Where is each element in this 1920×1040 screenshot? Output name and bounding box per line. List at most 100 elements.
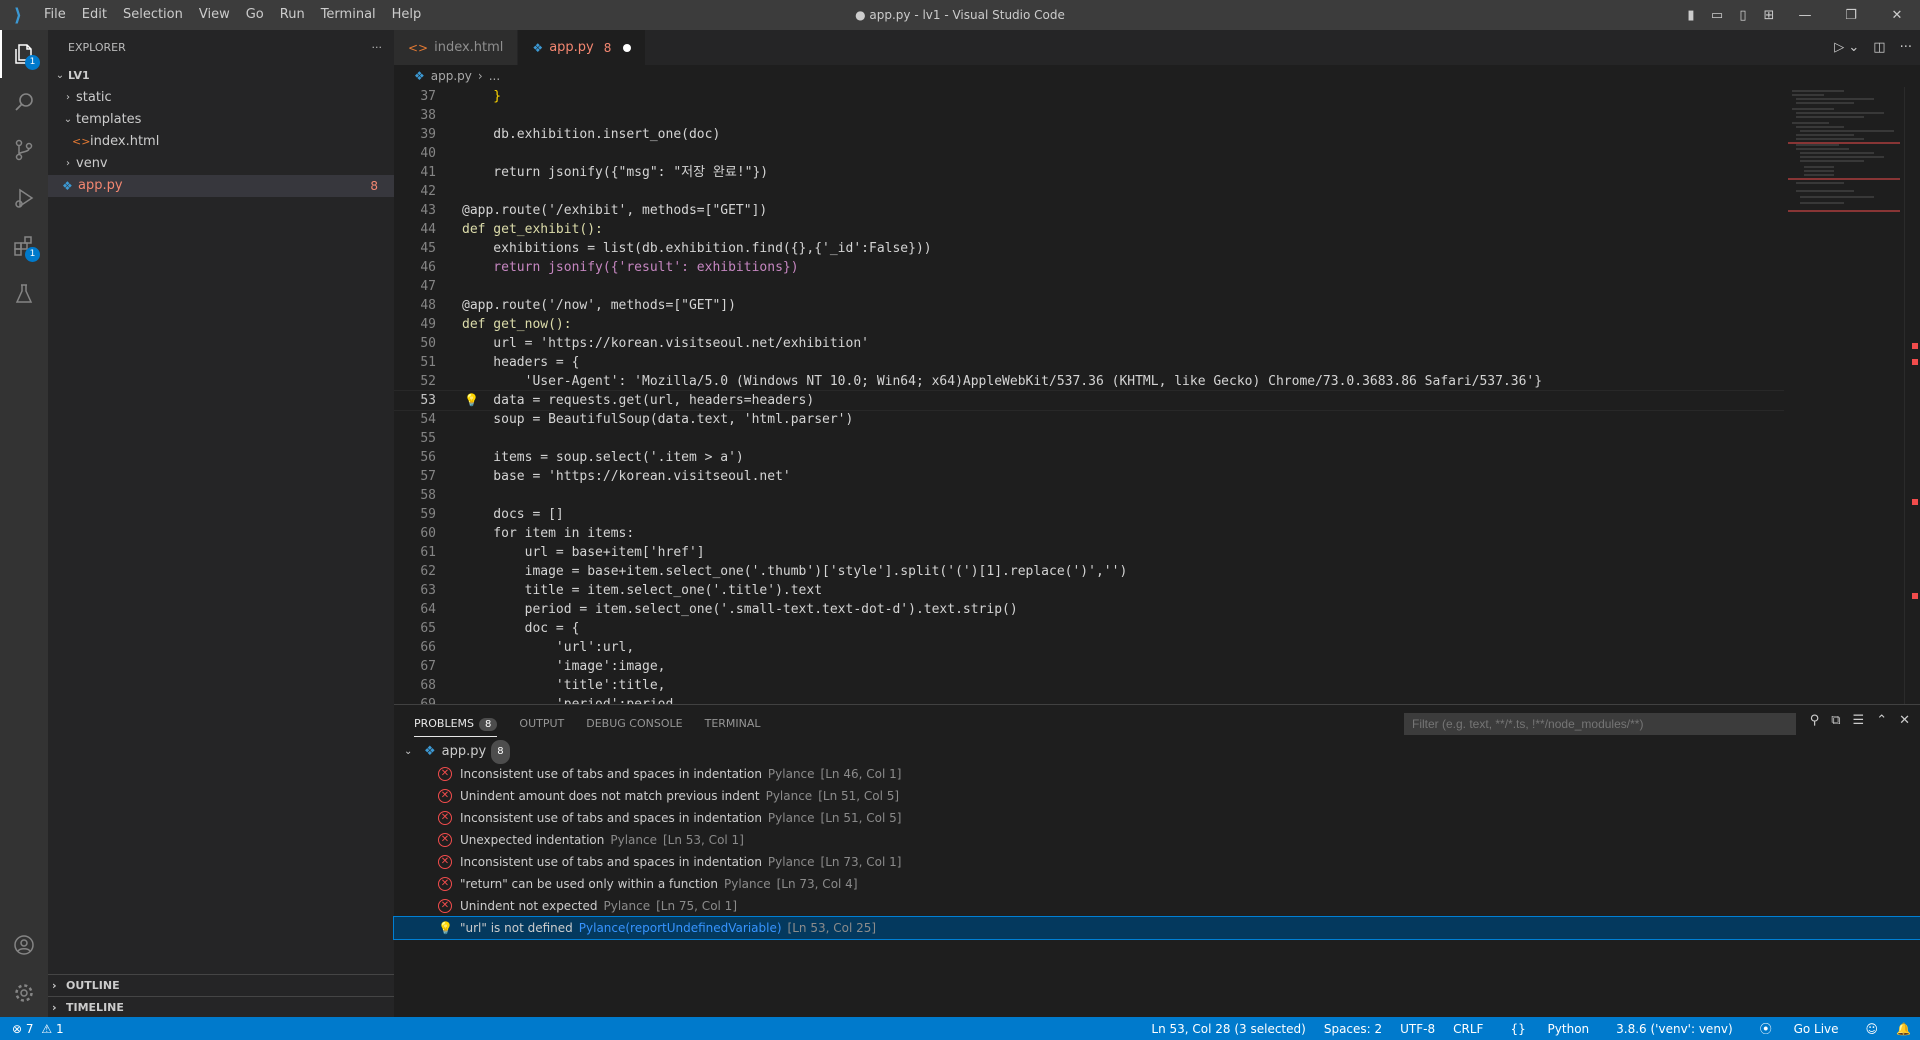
notifications-bell-icon[interactable]: 🔔 <box>1887 1022 1920 1036</box>
line-number: 54 <box>420 412 436 427</box>
broadcast-icon: ⦿ <box>1759 1022 1772 1036</box>
language-mode[interactable]: {} Python <box>1492 1022 1607 1036</box>
code-line: exhibitions = list(db.exhibition.find({}… <box>462 241 932 256</box>
folder-root[interactable]: ⌄ LV1 <box>48 65 394 87</box>
toggle-panel-icon[interactable]: ▭ <box>1704 8 1730 23</box>
toggle-sidebar-icon[interactable]: ▮ <box>1678 8 1704 23</box>
error-marker <box>1912 343 1918 349</box>
tab-problems[interactable]: PROBLEMS 8 <box>414 717 498 737</box>
close-window-icon[interactable]: ✕ <box>1874 8 1920 23</box>
end-of-line[interactable]: CRLF <box>1444 1022 1492 1036</box>
tree-item-static[interactable]: › static <box>48 87 394 109</box>
code-line: def get_now(): <box>462 317 572 332</box>
problem-source: Pylance <box>603 899 651 913</box>
menu-run[interactable]: Run <box>272 0 313 30</box>
menu-edit[interactable]: Edit <box>74 0 115 30</box>
line-number: 40 <box>420 146 436 161</box>
lightbulb-icon[interactable]: 💡 <box>438 917 453 939</box>
line-number: 56 <box>420 450 436 465</box>
customize-layout-icon[interactable]: ⊞ <box>1756 8 1782 23</box>
code-editor[interactable]: 37 } 38 39 db.exhibition.insert_one(doc)… <box>394 87 1784 704</box>
code-line: 'image':image, <box>462 659 666 674</box>
maximize-panel-icon[interactable]: ⌃ <box>1876 713 1887 728</box>
explorer-title: EXPLORER <box>68 41 126 54</box>
problem-row[interactable]: ✕ Unindent not expected Pylance [Ln 75, … <box>394 895 1920 917</box>
html-file-icon: <> <box>72 135 91 148</box>
menu-selection[interactable]: Selection <box>115 0 191 30</box>
menu-file[interactable]: File <box>36 0 74 30</box>
problem-row[interactable]: ✕ Unexpected indentation Pylance [Ln 53,… <box>394 829 1920 851</box>
problems-file-group[interactable]: ⌄ ❖ app.py 8 <box>394 740 1920 764</box>
testing-icon[interactable] <box>0 270 48 318</box>
tree-item-index-html[interactable]: <> index.html <box>48 131 394 153</box>
tab-output[interactable]: OUTPUT <box>519 717 564 730</box>
minimize-icon[interactable]: — <box>1782 8 1828 23</box>
code-line: return jsonify({'result': exhibitions}) <box>462 260 799 275</box>
problem-row[interactable]: ✕ Inconsistent use of tabs and spaces in… <box>394 851 1920 873</box>
filter-icon[interactable]: ⚲ <box>1810 713 1820 728</box>
go-live-button[interactable]: ⦿ Go Live <box>1742 1020 1857 1037</box>
tree-item-venv[interactable]: › venv <box>48 153 394 175</box>
breadcrumb-file[interactable]: app.py <box>431 69 472 83</box>
encoding[interactable]: UTF-8 <box>1391 1022 1444 1036</box>
line-number: 47 <box>420 279 436 294</box>
code-line: base = 'https://korean.visitseoul.net' <box>462 469 791 484</box>
collapse-all-icon[interactable]: ⧉ <box>1831 713 1840 728</box>
tree-item-app-py[interactable]: ❖ app.py 8 <box>48 175 394 197</box>
problem-source: Pylance <box>767 767 815 781</box>
menu-view[interactable]: View <box>191 0 238 30</box>
breadcrumb-more[interactable]: ... <box>489 69 500 83</box>
tree-item-templates[interactable]: ⌄ templates <box>48 109 394 131</box>
timeline-section[interactable]: › TIMELINE <box>48 996 394 1018</box>
error-icon: ✕ <box>438 767 452 781</box>
more-actions-icon[interactable]: ··· <box>372 41 383 54</box>
code-line: 'User-Agent': 'Mozilla/5.0 (Windows NT 1… <box>462 374 1543 389</box>
settings-gear-icon[interactable] <box>0 969 48 1017</box>
source-control-icon[interactable] <box>0 126 48 174</box>
vertical-scrollbar[interactable] <box>1904 87 1920 704</box>
problem-row[interactable]: ✕ Inconsistent use of tabs and spaces in… <box>394 807 1920 829</box>
view-as-list-icon[interactable]: ☰ <box>1853 713 1865 728</box>
chevron-right-icon: › <box>52 1001 57 1014</box>
minimap[interactable] <box>1784 87 1904 704</box>
breadcrumb: ❖ app.py › ... <box>394 65 1920 87</box>
problems-status[interactable]: ⊗ 7 ⚠ 1 <box>0 1022 64 1036</box>
menu-go[interactable]: Go <box>238 0 272 30</box>
title-bar: ● app.py - lv1 - Visual Studio Code ⟩ Fi… <box>0 0 1920 30</box>
accounts-icon[interactable] <box>0 921 48 969</box>
menu-help[interactable]: Help <box>384 0 430 30</box>
search-icon[interactable] <box>0 78 48 126</box>
feedback-icon[interactable]: ☺ <box>1857 1022 1888 1036</box>
tab-index-html[interactable]: <> index.html <box>394 30 519 65</box>
tab-debug-console[interactable]: DEBUG CONSOLE <box>586 717 682 730</box>
more-actions-icon[interactable]: ··· <box>1900 40 1912 55</box>
toggle-secondary-sidebar-icon[interactable]: ▯ <box>1730 8 1756 23</box>
problem-row-selected[interactable]: 💡 "url" is not defined Pylance(reportUnd… <box>393 916 1920 940</box>
unsaved-dot-icon[interactable] <box>623 43 632 52</box>
problem-source: Pylance <box>765 789 813 803</box>
extensions-icon[interactable]: 1 <box>0 222 48 270</box>
problem-row[interactable]: ✕ Unindent amount does not match previou… <box>394 785 1920 807</box>
problem-source: Pylance <box>724 877 771 891</box>
outline-section[interactable]: › OUTLINE <box>48 974 394 996</box>
python-file-icon: ❖ <box>62 179 73 193</box>
problem-row[interactable]: ✕ "return" can be used only within a fun… <box>394 873 1920 895</box>
problem-row[interactable]: ✕ Inconsistent use of tabs and spaces in… <box>394 763 1920 785</box>
indentation[interactable]: Spaces: 2 <box>1315 1022 1391 1036</box>
split-editor-icon[interactable]: ◫ <box>1873 40 1885 55</box>
close-panel-icon[interactable]: ✕ <box>1899 713 1910 728</box>
explorer-icon[interactable]: 1 <box>0 30 48 78</box>
problems-filter-input[interactable] <box>1404 713 1796 735</box>
tab-terminal[interactable]: TERMINAL <box>705 717 761 730</box>
run-debug-icon[interactable] <box>0 174 48 222</box>
line-number: 69 <box>394 695 436 704</box>
code-line: headers = { <box>462 355 580 370</box>
problem-source-link[interactable]: Pylance(reportUndefinedVariable) <box>579 917 782 939</box>
menu-terminal[interactable]: Terminal <box>313 0 384 30</box>
cursor-position[interactable]: Ln 53, Col 28 (3 selected) <box>1142 1022 1314 1036</box>
section-label: TIMELINE <box>66 1001 124 1014</box>
restore-icon[interactable]: ❐ <box>1828 8 1874 23</box>
tab-app-py[interactable]: ❖ app.py 8 <box>518 30 647 65</box>
run-file-icon[interactable]: ▷ ⌄ <box>1834 40 1859 55</box>
python-interpreter[interactable]: 3.8.6 ('venv': venv) <box>1607 1022 1742 1036</box>
